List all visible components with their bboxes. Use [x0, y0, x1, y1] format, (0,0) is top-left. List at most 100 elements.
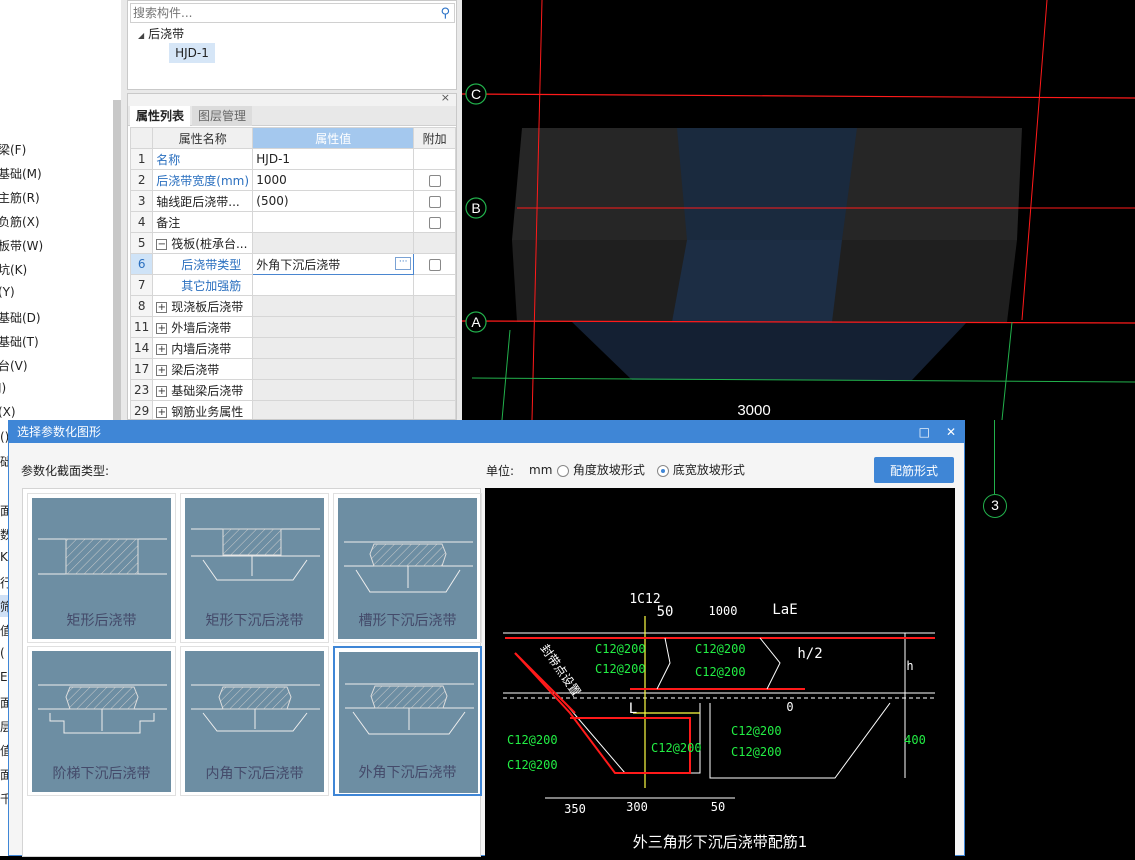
rebar-spacing-label: C12@200 [595, 642, 646, 656]
section-label: 参数化截面类型: [21, 464, 110, 478]
shape-tile[interactable]: 矩形下沉后浇带 [180, 493, 329, 643]
property-value[interactable]: (500) [252, 190, 415, 212]
property-value[interactable]: 1000 [252, 169, 415, 191]
table-row[interactable]: 5 − 筏板(桩承台... [129, 232, 456, 254]
dimension-label: 50 [657, 604, 674, 620]
menu-item[interactable]: 坑(K) [0, 261, 27, 278]
menu-item[interactable]: 负筋(X) [0, 213, 40, 230]
menu-item[interactable]: 基础(M) [0, 165, 42, 182]
collapse-triangle-icon[interactable]: ◢ [138, 31, 144, 40]
dimension-label: 300 [626, 800, 648, 814]
dimension-label: L [629, 701, 637, 717]
table-row-current[interactable]: 6 后浇带类型 外角下沉后浇带 ··· [129, 253, 456, 275]
menu-item[interactable]: 板带(W) [0, 237, 43, 254]
row-number: 1 [129, 148, 154, 170]
menu-item[interactable]: 主筋(R) [0, 189, 40, 206]
table-row[interactable]: 7 其它加强筋 [129, 274, 456, 296]
table-row[interactable]: 11 + 外墙后浇带 [129, 316, 456, 338]
cad-viewport[interactable]: C B A 3000 [462, 0, 1135, 420]
expand-icon[interactable]: + [156, 385, 168, 397]
axis-label-b: B [471, 200, 480, 216]
shape-tile[interactable]: 槽形下沉后浇带 [333, 493, 482, 643]
rebar-spacing-label: C12@200 [507, 733, 558, 747]
grid-line [1021, 0, 1048, 321]
expand-icon[interactable]: + [156, 364, 168, 376]
tree-node-leaf[interactable]: HJD-1 [169, 43, 215, 63]
close-icon[interactable]: ✕ [946, 421, 956, 443]
shape-caption: 内角下沉后浇带 [205, 766, 304, 782]
property-value[interactable] [252, 211, 415, 233]
property-value[interactable]: HJD-1 [252, 148, 415, 170]
expand-icon[interactable]: + [156, 301, 168, 313]
shape-tile-selected[interactable]: 外角下沉后浇带 [333, 646, 482, 796]
radio-label: 底宽放坡形式 [672, 463, 745, 477]
rebar-spacing-label: C12@200 [695, 665, 746, 679]
menu-item[interactable]: J) [0, 381, 6, 395]
menu-item[interactable]: (Y) [0, 285, 15, 299]
collapse-icon[interactable]: − [156, 238, 168, 250]
table-row[interactable]: 29 + 钢筋业务属性 [129, 400, 456, 419]
axis-label-3: 3 [991, 497, 999, 513]
expand-icon[interactable]: + [156, 322, 168, 334]
property-value-editor[interactable]: 外角下沉后浇带 ··· [252, 253, 415, 275]
tab-bar: 属性列表 图层管理 [128, 106, 456, 126]
table-row[interactable]: 4 备注 [129, 211, 456, 233]
extra-checkbox[interactable] [428, 174, 441, 187]
table-row[interactable]: 17 + 梁后浇带 [129, 358, 456, 380]
rebar-form-button[interactable]: 配筋形式 [874, 457, 954, 483]
axis-label-a: A [471, 314, 481, 330]
property-table: 属性名称 属性值 附加 1 名称 HJD-1 2 后浇带宽度(mm) 1000 … [129, 127, 456, 419]
band-top [677, 128, 857, 240]
scrollbar[interactable] [113, 100, 121, 430]
menu-item[interactable]: (X) [0, 405, 16, 419]
table-row[interactable]: 14 + 内墙后浇带 [129, 337, 456, 359]
close-icon[interactable]: × [441, 94, 450, 104]
property-value[interactable] [252, 274, 415, 296]
grid-line [462, 93, 1135, 99]
band-bottom [572, 322, 967, 380]
row-number: 23 [129, 379, 154, 401]
shape-tile[interactable]: 阶梯下沉后浇带 [27, 646, 176, 796]
table-row[interactable]: 8 + 现浇板后浇带 [129, 295, 456, 317]
shape-caption: 矩形下沉后浇带 [205, 613, 304, 629]
radio-icon[interactable] [657, 464, 669, 477]
unit-label: 单位: [486, 464, 515, 478]
rebar-spacing-label: C12@200 [507, 758, 558, 772]
row-number: 8 [129, 295, 154, 317]
dimension-text: 3000 [737, 402, 770, 419]
grid-line [994, 420, 995, 494]
expand-icon[interactable]: + [156, 343, 168, 355]
expand-icon[interactable]: + [156, 406, 168, 418]
radio-bottom-width-slope[interactable]: 底宽放坡形式 [657, 461, 745, 478]
ellipsis-button[interactable]: ··· [395, 257, 412, 270]
axis-label-c: C [471, 86, 481, 102]
dimension-label: 0 [786, 700, 793, 714]
shape-tile[interactable]: 内角下沉后浇带 [180, 646, 329, 796]
search-input[interactable] [131, 4, 431, 22]
property-name: 其它加强筋 [152, 274, 254, 296]
menu-item[interactable]: 基础(T) [0, 333, 39, 350]
column-header-extra: 附加 [413, 127, 456, 149]
search-icon[interactable]: ⚲ [440, 6, 450, 21]
table-row[interactable]: 1 名称 HJD-1 [129, 148, 456, 170]
tab-layer-management[interactable]: 图层管理 [192, 106, 253, 126]
table-row[interactable]: 2 后浇带宽度(mm) 1000 [129, 169, 456, 191]
table-row[interactable]: 23 + 基础梁后浇带 [129, 379, 456, 401]
tree-node-root[interactable]: ◢ 后浇带 [138, 25, 184, 42]
extra-checkbox[interactable] [428, 216, 441, 229]
menu-item[interactable]: 基础(D) [0, 309, 41, 326]
row-number: 7 [129, 274, 154, 296]
table-row[interactable]: 3 轴线距后浇带... (500) [129, 190, 456, 212]
menu-item[interactable]: 台(V) [0, 357, 28, 374]
radio-angle-slope[interactable]: 角度放坡形式 [557, 461, 645, 478]
extra-checkbox[interactable] [428, 258, 441, 271]
dimension-label: 50 [711, 800, 725, 814]
extra-checkbox[interactable] [428, 195, 441, 208]
maximize-icon[interactable]: □ [919, 421, 930, 443]
radio-icon[interactable] [557, 464, 569, 477]
rebar-spacing-label: C12@200 [695, 642, 746, 656]
tab-property-list[interactable]: 属性列表 [130, 106, 191, 126]
shape-tile[interactable]: 矩形后浇带 [27, 493, 176, 643]
search-box: ⚲ [130, 3, 455, 23]
menu-item[interactable]: 梁(F) [0, 141, 26, 158]
